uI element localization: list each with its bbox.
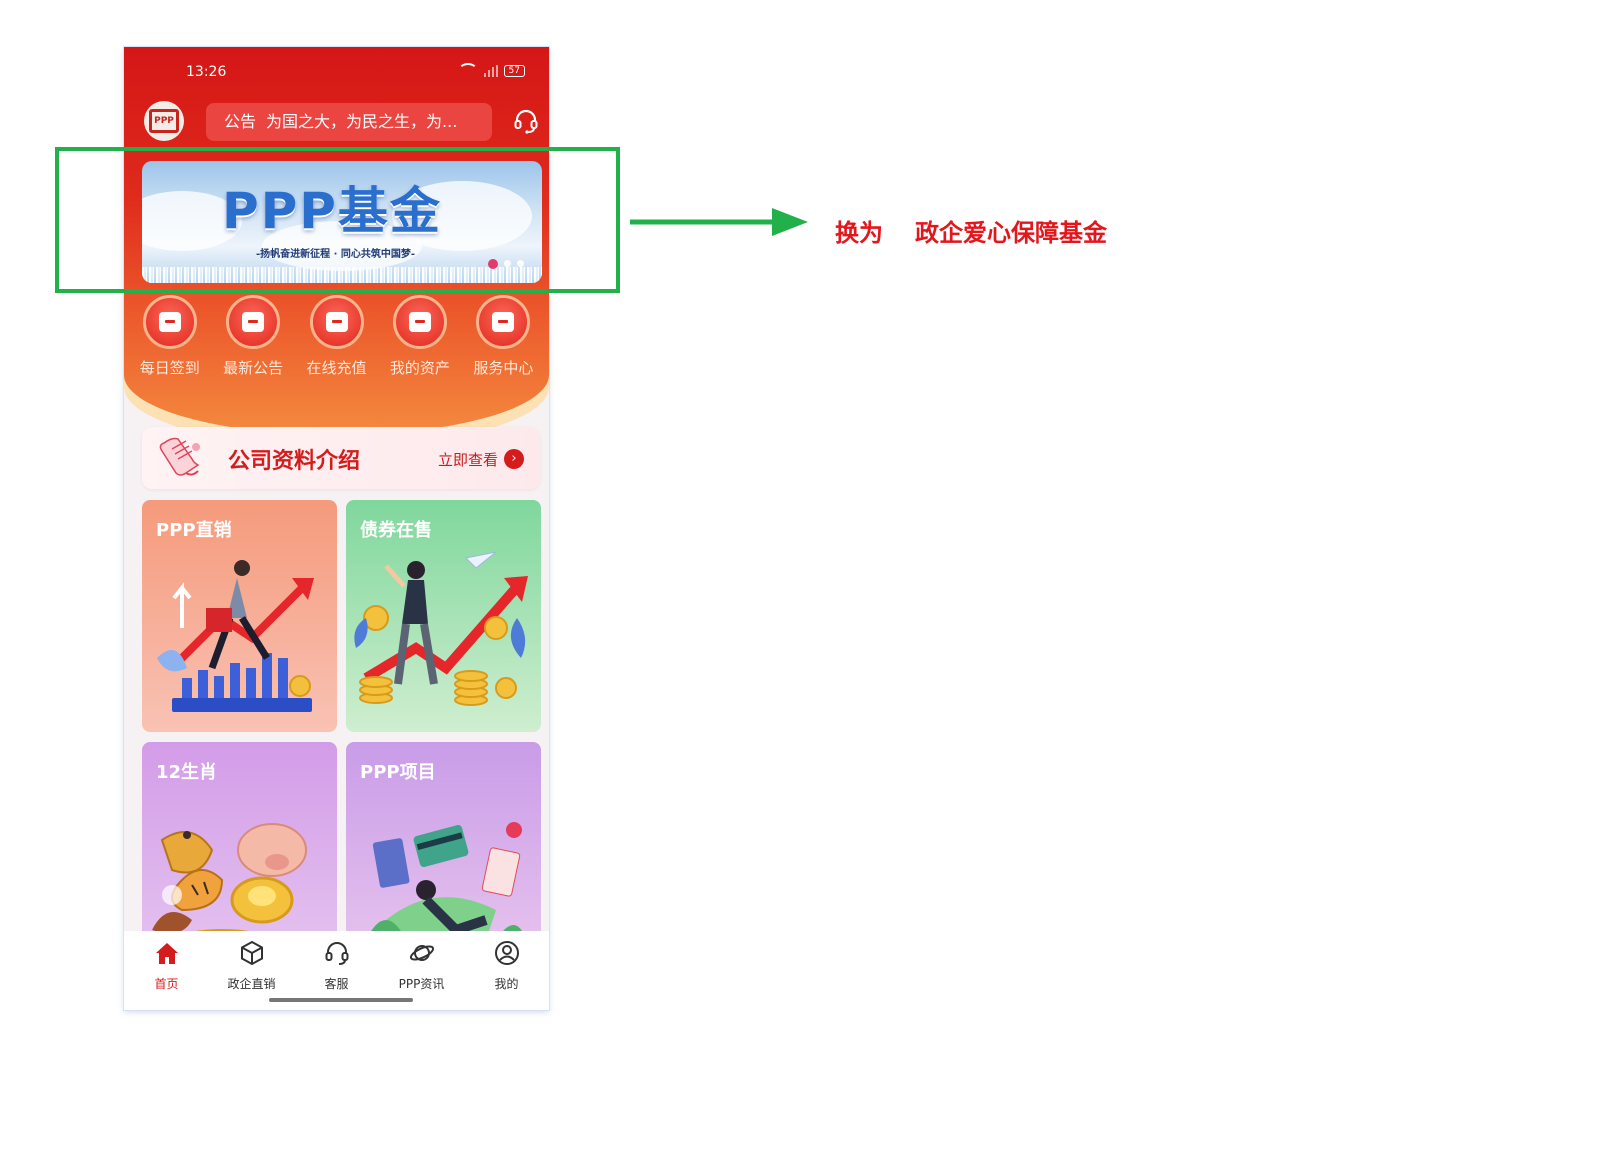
tab-label: PPP资讯 <box>398 977 445 991</box>
coin-stack-icon <box>392 295 447 349</box>
card-ppp-direct[interactable]: PPP直销 <box>142 500 337 732</box>
status-bar: 13:26 57 <box>124 47 549 97</box>
logo-mark: PPP <box>149 109 179 133</box>
card-title: PPP直销 <box>156 520 232 541</box>
card-title: PPP项目 <box>360 762 436 783</box>
arrow-right-icon <box>630 208 808 236</box>
notice-tag: 公告 <box>224 112 257 131</box>
businesswoman-growth-illustration <box>157 560 314 712</box>
tab-home[interactable]: 首页 <box>127 931 207 1010</box>
wallet-icon <box>309 295 364 349</box>
tab-mine[interactable]: 我的 <box>467 931 547 1010</box>
annotation-text: 换为 政企爱心保障基金 <box>835 213 1107 248</box>
quick-label: 每日签到 <box>139 359 200 377</box>
quick-menu: 每日签到 最新公告 在线充值 我的资产 服务中心 <box>124 295 549 385</box>
scroll-document-icon <box>159 437 200 476</box>
service-person-icon <box>476 295 531 349</box>
top-bar: PPP 公告 为国之大，为民之生，为... <box>124 99 549 143</box>
notice-text: 为国之大，为民之生，为... <box>266 112 458 131</box>
quick-item-assets[interactable]: 我的资产 <box>378 295 461 385</box>
battery-icon: 57 <box>503 65 525 77</box>
man-coins-growth-illustration <box>354 551 528 706</box>
annotation-highlight-box <box>55 147 620 293</box>
tab-label: 我的 <box>494 977 519 991</box>
chevron-right-icon[interactable]: › <box>504 449 524 469</box>
quick-label: 我的资产 <box>389 359 450 377</box>
headset-icon <box>325 942 348 965</box>
quick-label: 最新公告 <box>223 359 284 377</box>
quick-item-notice[interactable]: 最新公告 <box>211 295 294 385</box>
calendar-check-icon <box>142 295 197 349</box>
status-icons: 57 <box>457 63 525 79</box>
notice-bar[interactable]: 公告 为国之大，为民之生，为... <box>206 103 492 141</box>
quick-item-service[interactable]: 服务中心 <box>462 295 545 385</box>
view-now-link[interactable]: 立即查看 <box>438 449 498 470</box>
tab-label: 首页 <box>154 977 179 991</box>
headset-icon[interactable] <box>513 108 539 134</box>
quick-label: 在线充值 <box>306 359 367 377</box>
tab-label: 政企直销 <box>227 977 276 991</box>
cube-icon <box>240 940 263 966</box>
company-intro-card[interactable]: 公司资料介绍 立即查看 › <box>142 427 540 489</box>
app-logo[interactable]: PPP <box>144 101 184 141</box>
planet-icon <box>409 945 434 961</box>
bag-notice-icon <box>226 295 281 349</box>
tab-label: 客服 <box>324 977 349 991</box>
annotation-prefix: 换为 <box>835 219 883 247</box>
quick-item-recharge[interactable]: 在线充值 <box>295 295 378 385</box>
card-title: 12生肖 <box>156 762 218 783</box>
home-icon <box>155 943 178 964</box>
quick-item-checkin[interactable]: 每日签到 <box>128 295 211 385</box>
annotation-replacement: 政企爱心保障基金 <box>915 219 1107 247</box>
quick-label: 服务中心 <box>473 359 534 377</box>
company-intro-title: 公司资料介绍 <box>228 449 361 474</box>
wifi-icon <box>457 63 478 79</box>
card-title: 债券在售 <box>360 520 432 541</box>
status-time: 13:26 <box>186 64 227 80</box>
user-circle-icon <box>494 941 519 965</box>
card-bonds-on-sale[interactable]: 债券在售 <box>346 500 541 732</box>
signal-icon <box>483 65 498 77</box>
home-indicator[interactable] <box>269 998 413 1002</box>
